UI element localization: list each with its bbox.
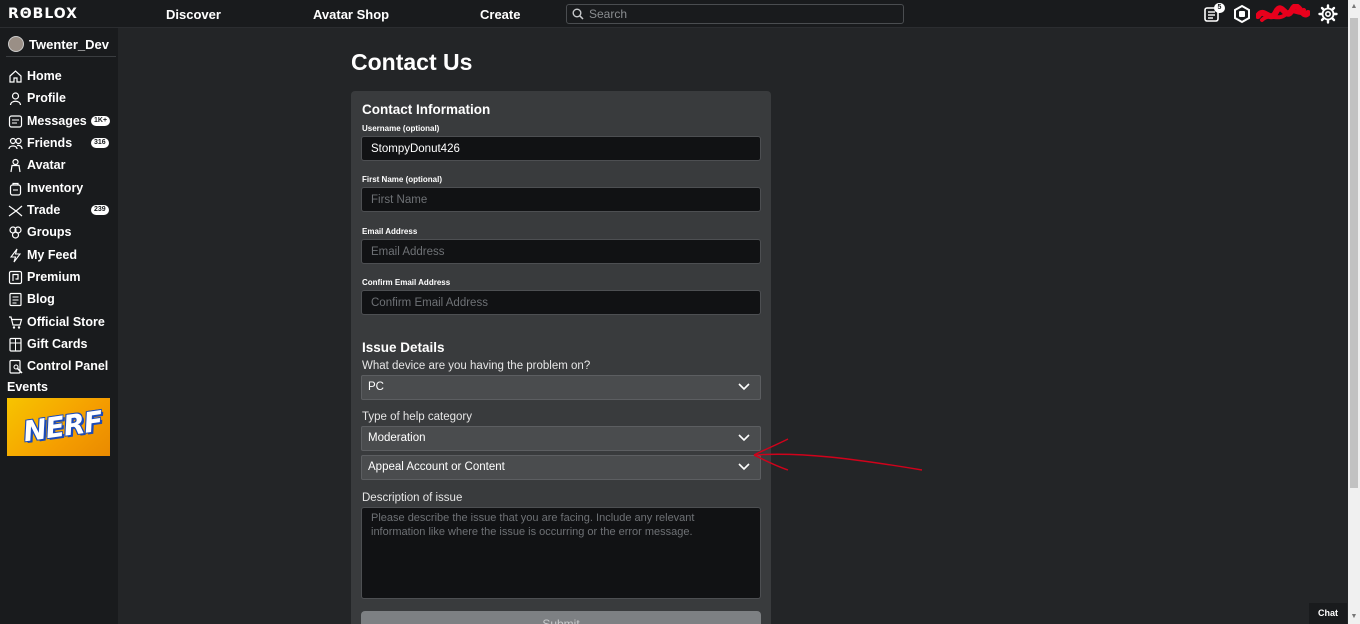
chevron-down-icon	[738, 383, 750, 391]
profile-icon	[9, 91, 22, 105]
nav-avatar-shop[interactable]: Avatar Shop	[313, 7, 389, 22]
chat-button[interactable]: Chat	[1309, 603, 1347, 624]
sidebar-item-friends[interactable]: Friends 316	[8, 133, 116, 153]
nav-discover[interactable]: Discover	[166, 7, 221, 22]
sidebar-item-label: Trade	[27, 203, 61, 217]
sidebar-item-control-panel[interactable]: Control Panel	[8, 356, 116, 376]
events-heading: Events	[7, 380, 48, 394]
friends-count-badge: 316	[91, 138, 109, 148]
page-title: Contact Us	[351, 49, 473, 75]
sidebar-item-label: Official Store	[27, 315, 105, 329]
robux-icon[interactable]	[1232, 4, 1252, 24]
description-field[interactable]	[361, 507, 761, 599]
help-category-select-value: Moderation	[368, 432, 426, 444]
redaction-scribble	[1256, 4, 1310, 22]
home-icon	[9, 69, 22, 83]
sidebar-item-label: Home	[27, 69, 62, 83]
username-field[interactable]	[361, 136, 761, 161]
trade-icon	[8, 205, 23, 216]
notification-count-badge: 5	[1214, 3, 1225, 13]
roblox-logo[interactable]: RΘBLOX	[8, 6, 78, 22]
username-label: Username (optional)	[362, 124, 440, 133]
events-nerf-banner[interactable]: NERF	[7, 398, 110, 456]
sidebar-item-label: My Feed	[27, 248, 78, 262]
contact-form-panel: Contact Information Username (optional) …	[351, 91, 771, 624]
search-input[interactable]	[589, 6, 889, 22]
sidebar-item-label: Premium	[27, 270, 81, 284]
top-bar: RΘBLOX Discover Avatar Shop Create 5	[0, 0, 1348, 28]
sidebar-item-profile[interactable]: Profile	[8, 88, 116, 108]
first-name-label: First Name (optional)	[362, 175, 443, 184]
sidebar-item-messages[interactable]: Messages 1K+	[8, 111, 116, 131]
gift-card-icon	[9, 337, 22, 352]
annotation-arrow	[753, 438, 923, 471]
search-box[interactable]	[566, 4, 904, 24]
help-subcategory-select[interactable]: Appeal Account or Content	[361, 455, 761, 480]
help-category-select[interactable]: Moderation	[361, 426, 761, 451]
sidebar-item-home[interactable]: Home	[8, 66, 116, 86]
store-icon	[9, 315, 23, 329]
sidebar-item-label: Groups	[27, 225, 72, 239]
sidebar-item-label: Gift Cards	[27, 337, 88, 351]
sidebar-item-official-store[interactable]: Official Store	[8, 312, 116, 332]
sidebar-item-label: Friends	[27, 136, 73, 150]
sidebar-item-label: Messages	[27, 114, 87, 128]
messages-count-badge: 1K+	[91, 116, 111, 126]
sidebar-item-my-feed[interactable]: My Feed	[8, 245, 116, 265]
sidebar-divider	[6, 56, 116, 57]
sidebar-item-trade[interactable]: Trade 239	[8, 200, 116, 220]
scroll-up-icon[interactable]: ▲	[1350, 2, 1358, 12]
messages-icon	[8, 114, 23, 128]
sidebar-item-groups[interactable]: Groups	[8, 222, 116, 242]
user-profile-link[interactable]: Twenter_Dev	[8, 35, 109, 53]
sidebar-item-avatar[interactable]: Avatar	[8, 155, 116, 175]
email-label: Email Address	[362, 227, 418, 236]
category-label: Type of help category	[362, 411, 472, 423]
control-panel-icon	[9, 359, 23, 374]
feed-icon	[9, 248, 22, 262]
device-label: What device are you having the problem o…	[362, 360, 591, 372]
email-field[interactable]	[361, 239, 761, 264]
avatar-icon	[10, 158, 21, 172]
sidebar: Twenter_Dev Home Profile Messages 1K+ Fr…	[0, 28, 118, 624]
first-name-field[interactable]	[361, 187, 761, 212]
device-select[interactable]: PC	[361, 375, 761, 400]
submit-button[interactable]: Submit	[361, 611, 761, 624]
sidebar-item-premium[interactable]: Premium	[8, 267, 116, 287]
sidebar-item-label: Control Panel	[27, 359, 109, 373]
help-subcategory-select-value: Appeal Account or Content	[368, 461, 505, 473]
sidebar-item-blog[interactable]: Blog	[8, 289, 116, 309]
device-select-value: PC	[368, 381, 384, 393]
sidebar-item-label: Avatar	[27, 158, 66, 172]
trade-count-badge: 239	[91, 205, 109, 215]
sidebar-item-label: Inventory	[27, 181, 84, 195]
groups-icon	[9, 225, 22, 239]
scroll-down-icon[interactable]: ▼	[1350, 612, 1358, 622]
inventory-icon	[9, 182, 22, 196]
username: Twenter_Dev	[29, 36, 109, 52]
sidebar-item-label: Blog	[27, 292, 55, 306]
settings-icon[interactable]	[1318, 4, 1338, 24]
confirm-email-label: Confirm Email Address	[362, 278, 451, 287]
avatar	[8, 36, 24, 52]
scroll-thumb[interactable]	[1350, 18, 1358, 488]
nav-create[interactable]: Create	[480, 7, 520, 22]
nerf-logo: NERF	[21, 404, 105, 449]
sidebar-item-label: Profile	[27, 91, 66, 105]
sidebar-item-gift-cards[interactable]: Gift Cards	[8, 334, 116, 354]
sidebar-item-inventory[interactable]: Inventory	[8, 178, 116, 198]
issue-details-heading: Issue Details	[362, 340, 445, 355]
contact-information-heading: Contact Information	[362, 102, 491, 117]
blog-icon	[9, 292, 22, 306]
friends-icon	[8, 137, 23, 149]
scrollbar[interactable]: ▲ ▼	[1348, 0, 1360, 624]
confirm-email-field[interactable]	[361, 290, 761, 315]
premium-icon	[8, 270, 23, 284]
description-label: Description of issue	[362, 492, 463, 504]
search-icon	[572, 8, 584, 20]
